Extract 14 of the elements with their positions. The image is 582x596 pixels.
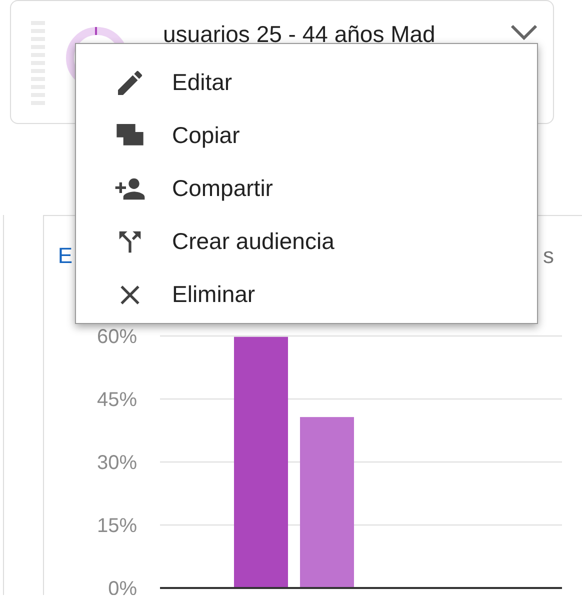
- axis-label: 0%: [108, 578, 137, 595]
- chevron-down-icon[interactable]: [510, 23, 538, 41]
- menu-item[interactable]: Crear audiencia: [76, 215, 537, 268]
- axis-label: 45%: [96, 389, 137, 411]
- menu-item[interactable]: Compartir: [76, 162, 537, 215]
- chart-title: E: [58, 242, 73, 270]
- menu-item[interactable]: Editar: [76, 56, 537, 109]
- menu-item[interactable]: Eliminar: [76, 268, 537, 321]
- axis-label: 60%: [96, 326, 137, 348]
- menu-item[interactable]: Copiar: [76, 109, 537, 162]
- axis-label: 30%: [96, 452, 137, 474]
- axis-label: 15%: [96, 515, 137, 537]
- chart-legend-text: s: [543, 242, 554, 270]
- card-title: usuarios 25 - 44 años Mad: [163, 20, 436, 49]
